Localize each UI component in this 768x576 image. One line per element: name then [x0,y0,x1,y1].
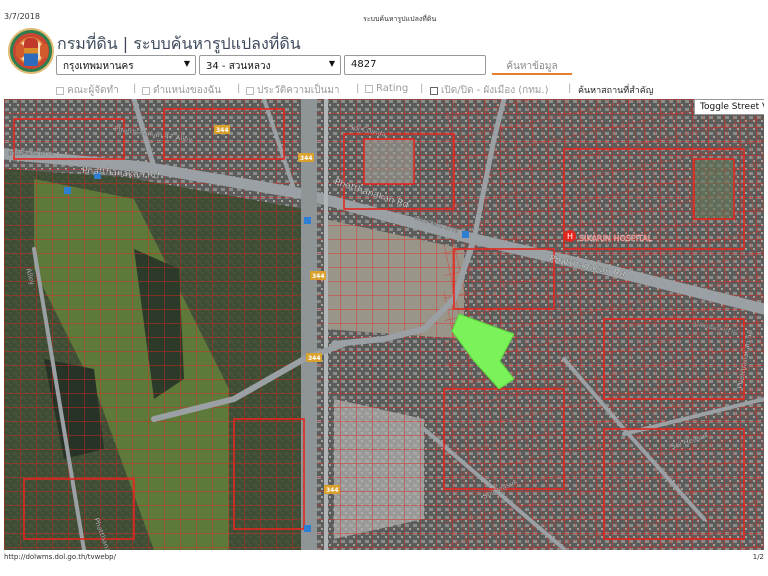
separator: | [420,83,424,94]
province-value: กรุงเทพมหานคร [63,61,134,72]
svg-text:H: H [567,232,573,241]
route-344-label: 344 [300,155,313,162]
department-logo [8,28,54,74]
checkbox-icon[interactable] [56,86,64,95]
district-value: 34 - สวนหลวง [206,61,271,72]
map-view[interactable]: H 344 344 344 344 344 Phatthanakan Rd Ph… [4,99,764,550]
separator: | [133,83,137,94]
chevron-down-icon: ▼ [328,59,335,68]
parcel-number-input[interactable]: 4827 [344,55,486,75]
footer-url: http://dolwms.dol.go.th/tvwebp/ [4,553,116,561]
layer-committee-label: คณะผู้จัดทำ [67,85,119,96]
layer-committee[interactable]: คณะผู้จัดทำ [56,83,119,98]
separator: | [568,83,572,94]
checkbox-icon[interactable] [430,86,438,95]
layer-history-label: ประวัติความเป็นมา [257,85,340,96]
map-canvas[interactable]: H 344 344 344 344 344 Phatthanakan Rd Ph… [4,99,764,550]
toggle-street-view-button[interactable]: Toggle Street View [694,99,764,115]
layer-rating[interactable]: Rating [365,83,408,94]
route-344-label: 344 [216,127,229,134]
layer-rating-label: Rating [376,83,409,94]
layer-zoning[interactable]: เปิด/ปิด - ผังเมือง (กทม.) [430,83,548,98]
search-button[interactable]: ค้นหาข้อมูล [492,55,572,75]
checkbox-icon[interactable] [142,86,150,95]
important-places-link[interactable]: ค้นหาสถานที่สำคัญ [578,83,653,97]
route-344-label: 344 [312,273,325,280]
layer-history[interactable]: ประวัติความเป็นมา [246,83,340,98]
layer-my-location[interactable]: ตำแหน่งของฉัน [142,83,221,98]
route-344-label: 344 [326,487,339,494]
chevron-down-icon: ▼ [183,59,190,68]
print-date: 3/7/2018 [4,12,40,21]
checkbox-icon[interactable] [365,84,373,93]
road-label: ถนนพัฒนาการ [8,149,54,157]
checkbox-icon[interactable] [246,86,254,95]
layer-my-location-label: ตำแหน่งของฉัน [153,85,222,96]
print-header-title: ระบบค้นหารูปแปลงที่ดิน [363,15,437,23]
hospital-label: SIKARIN HOSPITAL [579,234,653,243]
route-344-label: 344 [308,355,321,362]
separator: | [356,83,360,94]
parcel-number-value: 4827 [351,59,377,70]
district-select[interactable]: 34 - สวนหลวง ▼ [199,55,341,75]
app-title: กรมที่ดิน | ระบบค้นหารูปแปลงที่ดิน [57,34,301,53]
separator: | [237,83,241,94]
layer-zoning-label: เปิด/ปิด - ผังเมือง (กทม.) [441,85,549,96]
province-select[interactable]: กรุงเทพมหานคร ▼ [56,55,196,75]
page-number: 1/2 [752,553,764,561]
